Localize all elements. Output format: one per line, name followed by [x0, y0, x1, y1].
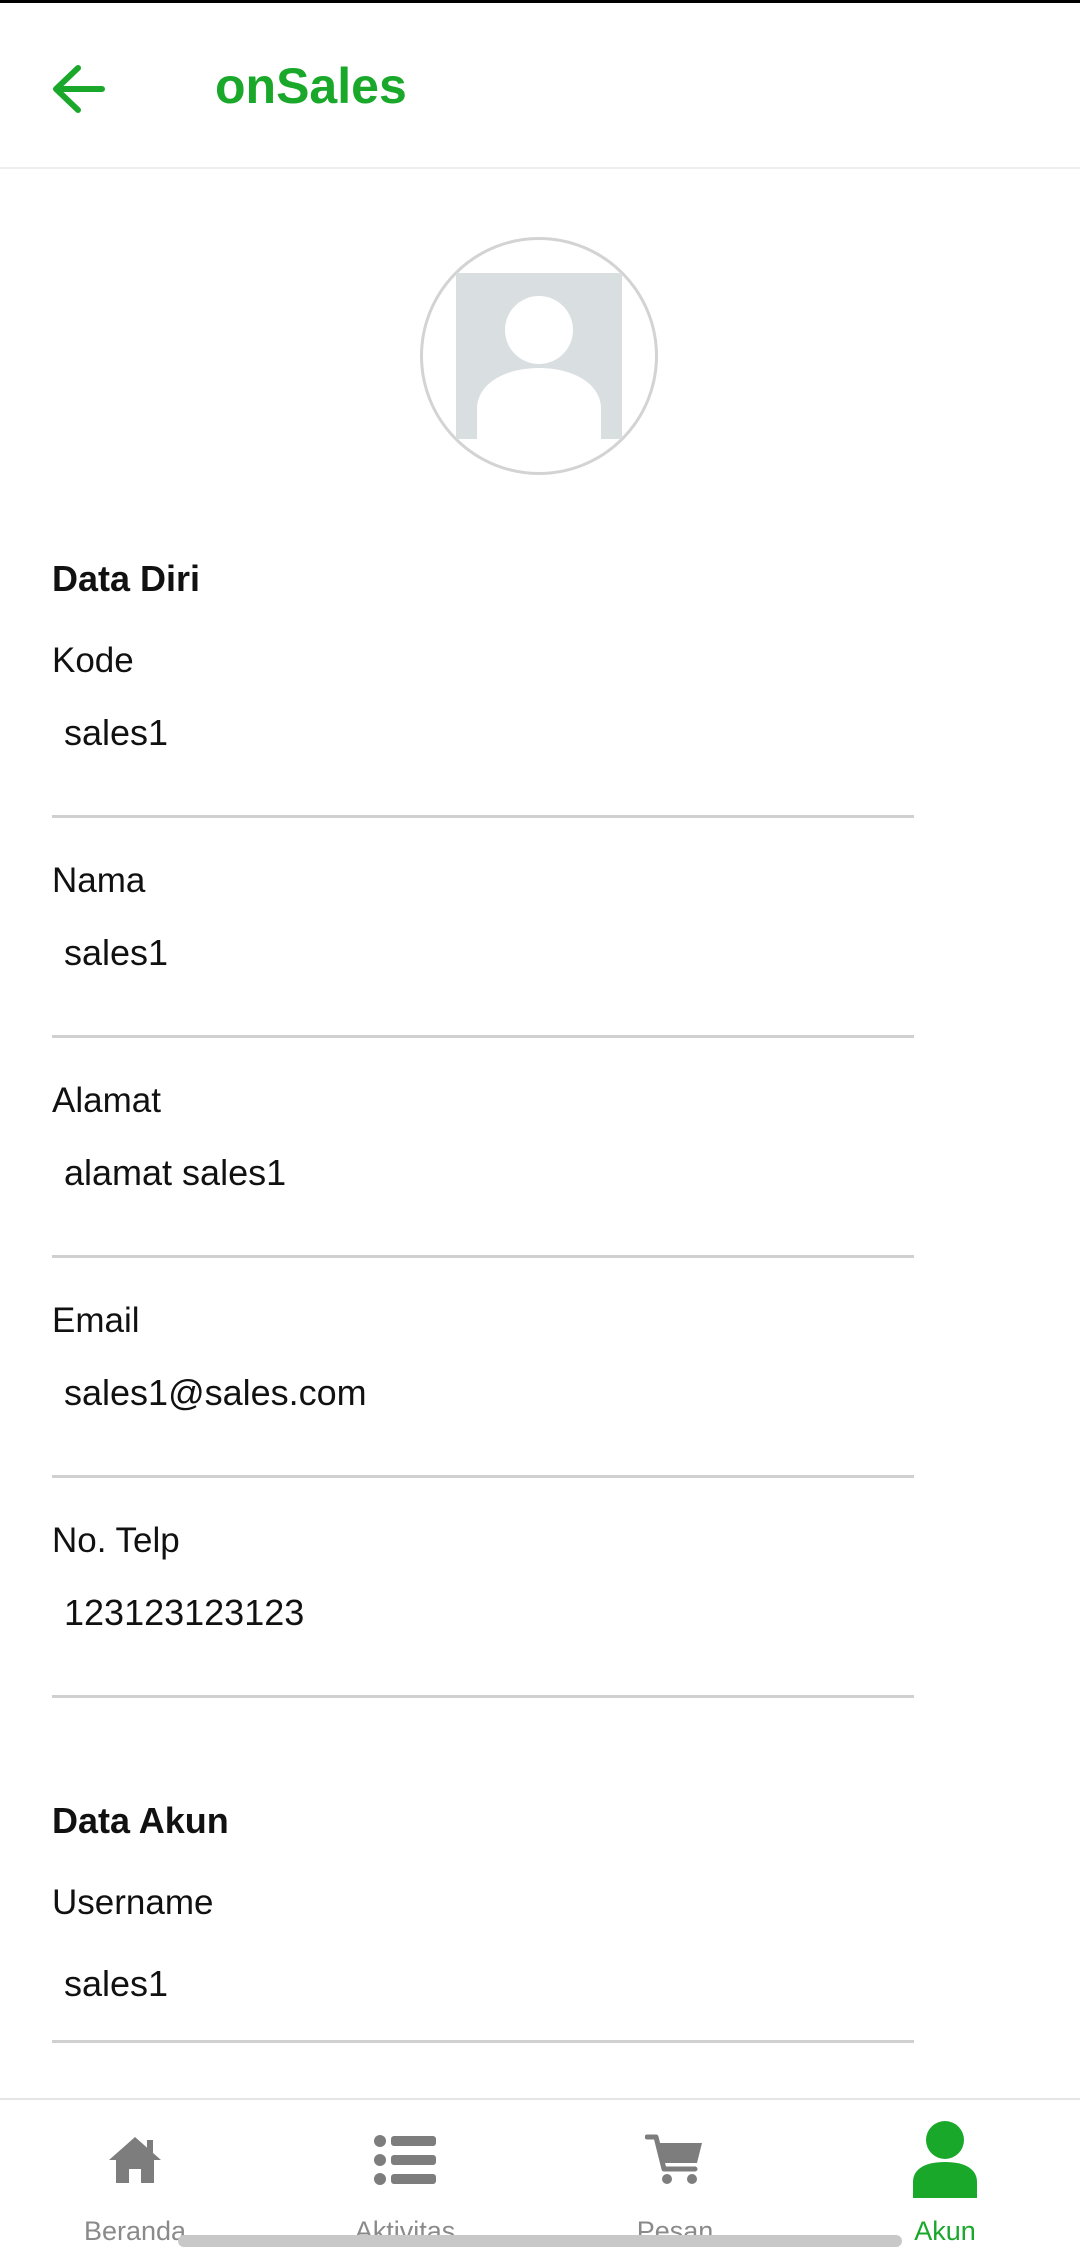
field-kode[interactable]: Kode sales1: [52, 643, 914, 818]
field-email[interactable]: Email sales1@sales.com: [52, 1303, 914, 1478]
list-icon: [374, 2135, 436, 2185]
field-value[interactable]: sales1: [64, 715, 168, 751]
field-label: Alamat: [52, 1081, 161, 1120]
section-title-data-akun: Data Akun: [52, 1800, 229, 1841]
field-value[interactable]: sales1: [64, 935, 168, 971]
home-icon: [109, 2137, 161, 2183]
profile-avatar[interactable]: [420, 237, 658, 475]
field-label: Nama: [52, 861, 146, 900]
app-title: onSales: [215, 58, 407, 114]
nav-item-aktivitas[interactable]: Aktivitas: [270, 2100, 540, 2249]
field-value[interactable]: 123123123123: [64, 1595, 304, 1631]
field-value[interactable]: alamat sales1: [64, 1155, 286, 1191]
field-no-telp[interactable]: No. Telp 123123123123: [52, 1523, 914, 1698]
nav-item-akun[interactable]: Akun: [810, 2100, 1080, 2249]
cart-icon: [645, 2134, 702, 2184]
arrow-left-icon: [53, 65, 105, 113]
user-placeholder-icon: [456, 273, 622, 439]
section-title-data-diri: Data Diri: [52, 558, 201, 599]
field-username[interactable]: Username sales1: [52, 1885, 914, 2043]
field-value[interactable]: sales1: [64, 1966, 168, 2002]
field-label: Email: [52, 1301, 140, 1340]
nav-item-beranda[interactable]: Beranda: [0, 2100, 270, 2249]
field-nama[interactable]: Nama sales1: [52, 863, 914, 1038]
bottom-nav: Beranda Aktivitas Pesan Akun: [0, 2098, 1080, 2247]
field-alamat[interactable]: Alamat alamat sales1: [52, 1083, 914, 1258]
home-indicator: [178, 2235, 902, 2247]
field-label: No. Telp: [52, 1521, 180, 1560]
back-button[interactable]: [36, 47, 120, 131]
user-icon: [913, 2121, 977, 2198]
profile-content[interactable]: Data Diri Kode sales1 Nama sales1 Alamat…: [0, 169, 1080, 2098]
app-bar: onSales: [0, 3, 1080, 169]
field-label: Username: [52, 1883, 214, 1922]
field-label: Kode: [52, 641, 134, 680]
nav-item-pesan[interactable]: Pesan: [540, 2100, 810, 2249]
field-value[interactable]: sales1@sales.com: [64, 1375, 367, 1411]
